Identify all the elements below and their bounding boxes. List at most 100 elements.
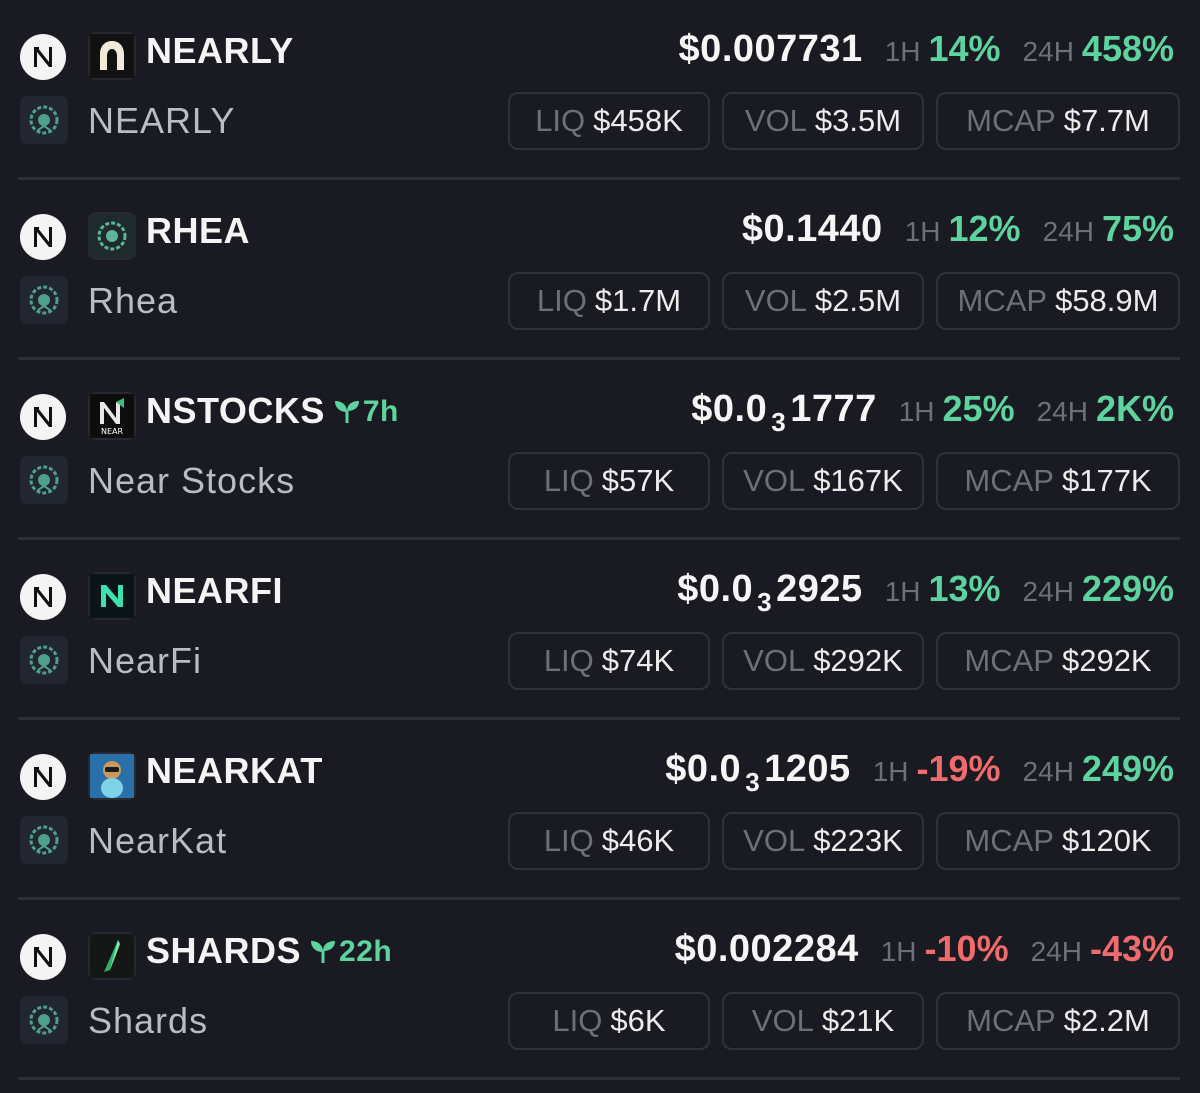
token-name: Shards (88, 1000, 209, 1041)
dex-wreath-icon (20, 276, 68, 324)
seedling-icon (334, 401, 359, 423)
h24-label: 24H (1022, 36, 1074, 67)
token-name: NEARLY (88, 100, 236, 141)
token-symbol: RHEA (146, 210, 250, 252)
near-chain-icon (20, 934, 66, 980)
arch-icon (88, 32, 136, 80)
token-symbol-text: RHEA (146, 210, 251, 251)
h1-label: 1H (884, 576, 921, 607)
market-cap-pill: MCAP $292K (936, 632, 1180, 690)
token-name: NearKat (88, 820, 228, 861)
price-line: $0.0 3 2925 1H 13% 24H 229% (677, 568, 1174, 618)
token-row-nearfi[interactable]: NEARFI NearFi $0.0 3 2925 1H 13% 24H 229% … (18, 540, 1180, 720)
token-symbol: SHARDS 22h (146, 930, 392, 972)
h1-label: 1H (898, 396, 935, 427)
wreath-icon (88, 212, 136, 260)
volume-pill: VOL $21K (722, 992, 924, 1050)
token-symbol: NEARLY (146, 30, 294, 72)
near-chain-icon (20, 214, 66, 260)
h24-change: 458% (1081, 28, 1174, 69)
stats-row: LIQ $458K VOL $3.5M MCAP $7.7M (508, 92, 1180, 150)
price-zero-count: 3 (745, 767, 761, 797)
price-line: $0.0 3 1777 1H 25% 24H 2K% (691, 388, 1174, 438)
token-symbol-text: NEARLY (146, 30, 294, 71)
h24-label: 24H (1036, 396, 1088, 427)
token-symbol: NEARKAT (146, 750, 323, 792)
svg-text:NEAR: NEAR (101, 427, 124, 436)
token-age-text: 22h (339, 935, 393, 968)
h1-change: 12% (948, 208, 1021, 249)
nearfi-icon (88, 572, 136, 620)
price-line: $0.002284 1H -10% 24H -43% (675, 928, 1174, 971)
token-list: NEARLY NEARLY $0.007731 1H 14% 24H 458% … (0, 0, 1200, 1080)
h24-label: 24H (1030, 936, 1082, 967)
dex-wreath-icon (20, 636, 68, 684)
stats-row: LIQ $57K VOL $167K MCAP $177K (508, 452, 1180, 510)
liquidity-pill: LIQ $1.7M (508, 272, 710, 330)
volume-pill: VOL $167K (722, 452, 924, 510)
h1-label: 1H (880, 936, 917, 967)
token-row-nearkat[interactable]: NEARKAT NearKat $0.0 3 1205 1H -19% 24H 24… (18, 720, 1180, 900)
h1-label: 1H (872, 756, 909, 787)
token-symbol-text: NEARFI (146, 570, 283, 611)
h24-change: -43% (1089, 928, 1174, 969)
h24-change: 75% (1101, 208, 1174, 249)
market-cap-pill: MCAP $120K (936, 812, 1180, 870)
dex-wreath-icon (20, 96, 68, 144)
near-stocks-icon: NEAR (88, 392, 136, 440)
volume-pill: VOL $3.5M (722, 92, 924, 150)
token-row-rhea[interactable]: RHEA Rhea $0.1440 1H 12% 24H 75% LIQ $1.7… (18, 180, 1180, 360)
token-name: Near Stocks (88, 460, 296, 501)
dex-wreath-icon (20, 816, 68, 864)
market-cap-pill: MCAP $58.9M (936, 272, 1180, 330)
h24-label: 24H (1042, 216, 1094, 247)
token-name: Rhea (88, 280, 179, 321)
dex-wreath-icon (20, 996, 68, 1044)
liquidity-pill: LIQ $6K (508, 992, 710, 1050)
token-symbol-text: NEARKAT (146, 750, 323, 791)
token-price: $0.1440 (741, 208, 883, 250)
token-age-text: 7h (362, 395, 399, 428)
volume-pill: VOL $223K (722, 812, 924, 870)
stats-row: LIQ $6K VOL $21K MCAP $2.2M (508, 992, 1180, 1050)
token-row-shards[interactable]: SHARDS 22h Shards $0.002284 1H -10% 24H -… (18, 900, 1180, 1080)
market-cap-pill: MCAP $7.7M (936, 92, 1180, 150)
token-symbol: NSTOCKS 7h (146, 390, 399, 432)
liquidity-pill: LIQ $74K (508, 632, 710, 690)
token-price: $0.007731 (678, 28, 863, 70)
h1-label: 1H (884, 36, 921, 67)
liquidity-pill: LIQ $458K (508, 92, 710, 150)
volume-pill: VOL $2.5M (722, 272, 924, 330)
token-price: $0.002284 (674, 928, 859, 970)
h1-change: 14% (928, 28, 1001, 69)
price-line: $0.007731 1H 14% 24H 458% (679, 28, 1174, 71)
volume-pill: VOL $292K (722, 632, 924, 690)
h1-label: 1H (904, 216, 941, 247)
token-name: NearFi (88, 640, 203, 681)
token-symbol-text: NSTOCKS (146, 390, 325, 431)
token-row-nearly[interactable]: NEARLY NEARLY $0.007731 1H 14% 24H 458% … (18, 0, 1180, 180)
stats-row: LIQ $74K VOL $292K MCAP $292K (508, 632, 1180, 690)
token-row-nstocks[interactable]: NEAR NSTOCKS 7h Near Stocks $0.0 3 1777 1H … (18, 360, 1180, 540)
h1-change: -10% (924, 928, 1009, 969)
token-symbol: NEARFI (146, 570, 283, 612)
token-age-badge: 22h (309, 935, 392, 969)
near-chain-icon (20, 574, 66, 620)
near-chain-icon (20, 754, 66, 800)
liquidity-pill: LIQ $57K (508, 452, 710, 510)
stats-row: LIQ $46K VOL $223K MCAP $120K (508, 812, 1180, 870)
h1-change: 25% (942, 388, 1015, 429)
liquidity-pill: LIQ $46K (508, 812, 710, 870)
h24-change: 2K% (1095, 388, 1174, 429)
market-cap-pill: MCAP $177K (936, 452, 1180, 510)
price-zero-count: 3 (757, 587, 773, 617)
dex-wreath-icon (20, 456, 68, 504)
price-zero-count: 3 (771, 407, 787, 437)
seedling-icon (311, 941, 336, 963)
token-symbol-text: SHARDS (146, 930, 302, 971)
h24-label: 24H (1022, 756, 1074, 787)
price-line: $0.0 3 1205 1H -19% 24H 249% (665, 748, 1174, 798)
token-price: $0.0 3 1777 (691, 388, 877, 437)
h24-label: 24H (1022, 576, 1074, 607)
near-chain-icon (20, 394, 66, 440)
